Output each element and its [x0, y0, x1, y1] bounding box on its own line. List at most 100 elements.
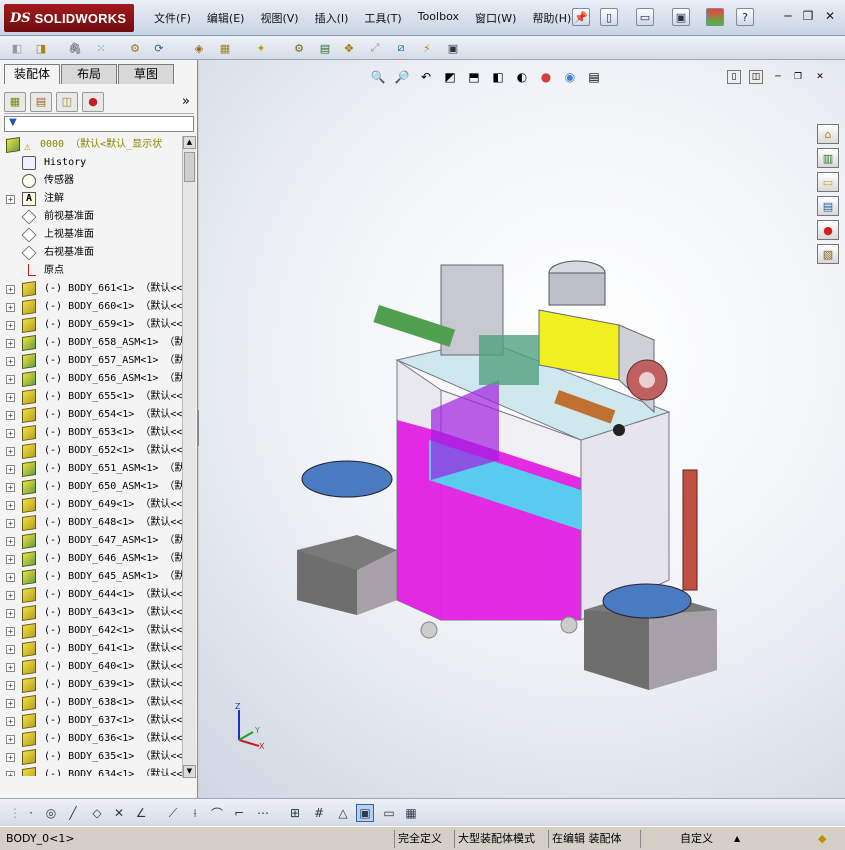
tree-item-system[interactable]: 上视基准面	[2, 226, 182, 244]
expand-icon[interactable]: +	[6, 753, 15, 762]
menu-view[interactable]: 视图(V)	[252, 10, 306, 26]
left-turntable-unit[interactable]	[297, 460, 397, 615]
linear-pattern-icon[interactable]: ⁙	[92, 39, 110, 57]
insert-component-icon[interactable]: ◧	[8, 39, 26, 57]
instant3d-icon[interactable]: ⚡	[418, 39, 436, 57]
menu-insert[interactable]: 插入(I)	[307, 10, 357, 26]
tree-item-component[interactable]: + (-) BODY_643<1> （默认<<	[2, 604, 182, 622]
menu-tools[interactable]: 工具(T)	[356, 10, 409, 26]
tree-scrollbar[interactable]: ▲ ▼	[182, 136, 196, 778]
tree-item-component[interactable]: + (-) BODY_645_ASM<1> （默	[2, 568, 182, 586]
tree-item-component[interactable]: + (-) BODY_639<1> （默认<<	[2, 676, 182, 694]
expand-icon[interactable]: +	[6, 321, 15, 330]
menu-edit[interactable]: 编辑(E)	[199, 10, 253, 26]
assembly-features-icon[interactable]: ▦	[216, 39, 234, 57]
tree-item-system[interactable]: 原点	[2, 262, 182, 280]
polygon-icon[interactable]: ◇	[88, 804, 106, 822]
mirror-icon[interactable]: ⟊	[186, 804, 204, 822]
expand-panel-icon[interactable]: »	[182, 94, 194, 109]
tree-root-assembly[interactable]: ⚠ 0000 （默认<默认_显示状	[2, 136, 182, 154]
tree-item-component[interactable]: + (-) BODY_642<1> （默认<<	[2, 622, 182, 640]
tree-item-component[interactable]: + (-) BODY_648<1> （默认<<	[2, 514, 182, 532]
tree-item-component[interactable]: + (-) BODY_659<1> （默认<<	[2, 316, 182, 334]
tree-item-component[interactable]: + (-) BODY_638<1> （默认<<	[2, 694, 182, 712]
expand-icon[interactable]: +	[6, 555, 15, 564]
expand-icon[interactable]: +	[6, 717, 15, 726]
tree-item-component[interactable]: + (-) BODY_658_ASM<1> （默	[2, 334, 182, 352]
tree-item-component[interactable]: + (-) BODY_656_ASM<1> （默	[2, 370, 182, 388]
expand-icon[interactable]: +	[6, 573, 15, 582]
minimize-icon[interactable]: ─	[780, 8, 796, 24]
tree-item-component[interactable]: + (-) BODY_644<1> （默认<<	[2, 586, 182, 604]
construction-line-icon[interactable]: ⊞	[286, 804, 304, 822]
close-icon[interactable]: ✕	[822, 8, 838, 24]
menu-window[interactable]: 窗口(W)	[467, 10, 524, 26]
tab-layout[interactable]: 布局	[61, 64, 117, 84]
restore-icon[interactable]: ❐	[800, 8, 816, 24]
tree-item-component[interactable]: + (-) BODY_640<1> （默认<<	[2, 658, 182, 676]
menu-toolbox[interactable]: Toolbox	[410, 10, 467, 26]
shaded-view-icon[interactable]: ▣	[356, 804, 374, 822]
expand-icon[interactable]: +	[6, 429, 15, 438]
tree-item-component[interactable]: + (-) BODY_635<1> （默认<<	[2, 748, 182, 766]
explode-line-sketch-icon[interactable]: ⤢	[366, 39, 384, 57]
expand-icon[interactable]: +	[6, 537, 15, 546]
tree-item-component[interactable]: + (-) BODY_660<1> （默认<<	[2, 298, 182, 316]
expand-icon[interactable]: +	[6, 681, 15, 690]
tag-icon[interactable]: ◆	[818, 831, 826, 847]
expand-icon[interactable]: +	[6, 519, 15, 528]
main-machine-frame[interactable]	[373, 260, 671, 639]
expand-icon[interactable]: +	[6, 357, 15, 366]
expand-icon[interactable]: +	[6, 285, 15, 294]
tab-sketch[interactable]: 草图	[118, 64, 174, 84]
smart-dimension-icon[interactable]: ⋯	[254, 804, 272, 822]
pin-icon[interactable]: 📌	[572, 8, 590, 26]
open-folder-icon[interactable]: ▭	[636, 8, 654, 26]
configuration-manager-icon[interactable]: ◫	[56, 91, 78, 112]
tree-item-component[interactable]: + (-) BODY_655<1> （默认<<	[2, 388, 182, 406]
tree-item-component[interactable]: + (-) BODY_637<1> （默认<<	[2, 712, 182, 730]
tree-item-component[interactable]: + (-) BODY_652<1> （默认<<	[2, 442, 182, 460]
expand-icon[interactable]: +	[6, 663, 15, 672]
expand-icon[interactable]: +	[6, 735, 15, 744]
offset-icon[interactable]: ⟋	[164, 804, 182, 822]
smart-fasteners-icon[interactable]: ⚙	[126, 39, 144, 57]
tree-item-component[interactable]: + (-) BODY_636<1> （默认<<	[2, 730, 182, 748]
save-icon[interactable]: ▣	[672, 8, 690, 26]
tree-item-system[interactable]: History	[2, 154, 182, 172]
tree-item-component[interactable]: + (-) BODY_649<1> （默认<<	[2, 496, 182, 514]
tree-item-system[interactable]: 传感器	[2, 172, 182, 190]
bill-of-materials-icon[interactable]: ▤	[316, 39, 334, 57]
speedpak-icon[interactable]: ▣	[444, 39, 462, 57]
tree-item-component[interactable]: + (-) BODY_653<1> （默认<<	[2, 424, 182, 442]
tree-item-component[interactable]: + (-) BODY_654<1> （默认<<	[2, 406, 182, 424]
tree-item-component[interactable]: + (-) BODY_647_ASM<1> （默	[2, 532, 182, 550]
scroll-down-icon[interactable]: ▼	[183, 765, 196, 778]
expand-icon[interactable]: +	[6, 411, 15, 420]
grid-icon[interactable]: #	[310, 804, 328, 822]
expand-icon[interactable]: +	[6, 339, 15, 348]
help-icon[interactable]: ?	[736, 8, 754, 26]
expand-icon[interactable]: +	[6, 609, 15, 618]
assembly-model[interactable]	[199, 60, 845, 798]
menu-file[interactable]: 文件(F)	[146, 10, 199, 26]
display-manager-icon[interactable]: ●	[82, 91, 104, 112]
tree-item-system[interactable]: 右视基准面	[2, 244, 182, 262]
circle-icon[interactable]: ◎	[42, 804, 60, 822]
corner-icon[interactable]: ⌐	[230, 804, 248, 822]
table-view-icon[interactable]: ▦	[402, 804, 420, 822]
feature-manager-tree-icon[interactable]: ▦	[4, 91, 26, 112]
tree-item-component[interactable]: + (-) BODY_641<1> （默认<<	[2, 640, 182, 658]
graphics-area[interactable]: 🔍 🔎 ↶ ◩ ⬒ ◧ ◐ ● ◉ ▤ ▯ ◫ ─ ❐ ✕ ⌂ ▥ ▭ ▤ ● …	[199, 60, 845, 798]
tree-item-component[interactable]: + (-) BODY_646_ASM<1> （默	[2, 550, 182, 568]
tab-assembly[interactable]: 装配体	[4, 64, 60, 84]
wireframe-view-icon[interactable]: ▭	[380, 804, 398, 822]
tree-item-system[interactable]: 前视基准面	[2, 208, 182, 226]
property-manager-icon[interactable]: ▤	[30, 91, 52, 112]
tree-item-system[interactable]: + A 注解	[2, 190, 182, 208]
expand-icon[interactable]: +	[6, 195, 15, 204]
expand-icon[interactable]: +	[6, 465, 15, 474]
expand-icon[interactable]: +	[6, 627, 15, 636]
tree-item-component[interactable]: + (-) BODY_657_ASM<1> （默	[2, 352, 182, 370]
scroll-up-icon[interactable]: ▲	[183, 136, 196, 149]
